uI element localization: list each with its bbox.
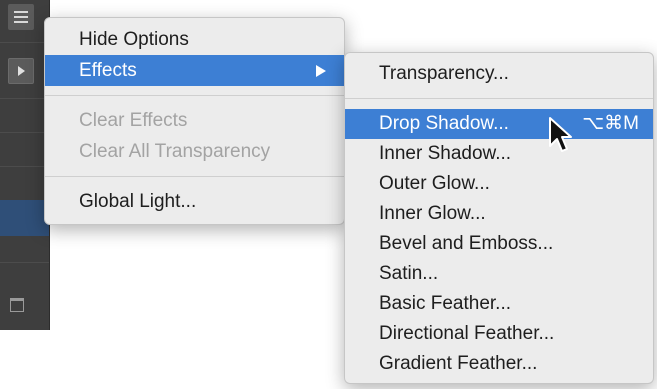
panel-menu-icon[interactable] — [8, 4, 34, 30]
menu-item-label: Directional Feather... — [379, 323, 555, 344]
menu-item-label: Clear All Transparency — [79, 141, 271, 162]
menu-item-clear-all-transparency: Clear All Transparency — [45, 136, 344, 167]
submenu-item-inner-glow[interactable]: Inner Glow... — [345, 199, 653, 229]
submenu-item-satin[interactable]: Satin... — [345, 259, 653, 289]
menu-item-label: Effects — [79, 60, 137, 81]
panel-divider — [0, 166, 49, 167]
panel-divider — [0, 132, 49, 133]
menu-item-label: Drop Shadow... — [379, 113, 509, 134]
submenu-item-directional-feather[interactable]: Directional Feather... — [345, 319, 653, 349]
menu-separator — [345, 98, 653, 99]
panel-divider — [0, 42, 49, 43]
menu-item-label: Gradient Feather... — [379, 353, 538, 374]
mouse-pointer-icon — [549, 117, 572, 152]
menu-item-hide-options[interactable]: Hide Options — [45, 24, 344, 55]
trash-icon[interactable] — [10, 298, 24, 312]
panel-divider — [0, 98, 49, 99]
panel-options-menu: Hide Options Effects Clear Effects Clear… — [44, 17, 345, 225]
panel-divider — [0, 262, 49, 263]
menu-item-label: Clear Effects — [79, 110, 188, 131]
submenu-item-drop-shadow[interactable]: Drop Shadow... ⌥⌘M — [345, 109, 653, 139]
submenu-item-inner-shadow[interactable]: Inner Shadow... — [345, 139, 653, 169]
submenu-item-basic-feather[interactable]: Basic Feather... — [345, 289, 653, 319]
menu-item-label: Transparency... — [379, 63, 509, 84]
menu-item-label: Global Light... — [79, 191, 197, 212]
menu-item-label: Bevel and Emboss... — [379, 233, 554, 254]
submenu-item-outer-glow[interactable]: Outer Glow... — [345, 169, 653, 199]
menu-item-label: Outer Glow... — [379, 173, 490, 194]
menu-item-effects[interactable]: Effects — [45, 55, 344, 86]
submenu-item-bevel-and-emboss[interactable]: Bevel and Emboss... — [345, 229, 653, 259]
panel-expand-icon[interactable] — [8, 58, 34, 84]
menu-item-label: Satin... — [379, 263, 439, 284]
panel-row-selected[interactable] — [0, 200, 49, 236]
menu-item-label: Basic Feather... — [379, 293, 512, 314]
menu-item-global-light[interactable]: Global Light... — [45, 186, 344, 217]
menu-item-clear-effects: Clear Effects — [45, 105, 344, 136]
keyboard-shortcut: ⌥⌘M — [582, 113, 639, 134]
submenu-item-gradient-feather[interactable]: Gradient Feather... — [345, 349, 653, 379]
menu-separator — [45, 176, 344, 177]
menu-item-label: Hide Options — [79, 29, 189, 50]
menu-item-label: Inner Shadow... — [379, 143, 512, 164]
menu-separator — [45, 95, 344, 96]
menu-item-label: Inner Glow... — [379, 203, 486, 224]
effects-submenu: Transparency... Drop Shadow... ⌥⌘M Inner… — [344, 52, 654, 384]
chevron-right-icon — [316, 65, 326, 77]
effects-panel — [0, 0, 50, 330]
submenu-item-transparency[interactable]: Transparency... — [345, 59, 653, 89]
